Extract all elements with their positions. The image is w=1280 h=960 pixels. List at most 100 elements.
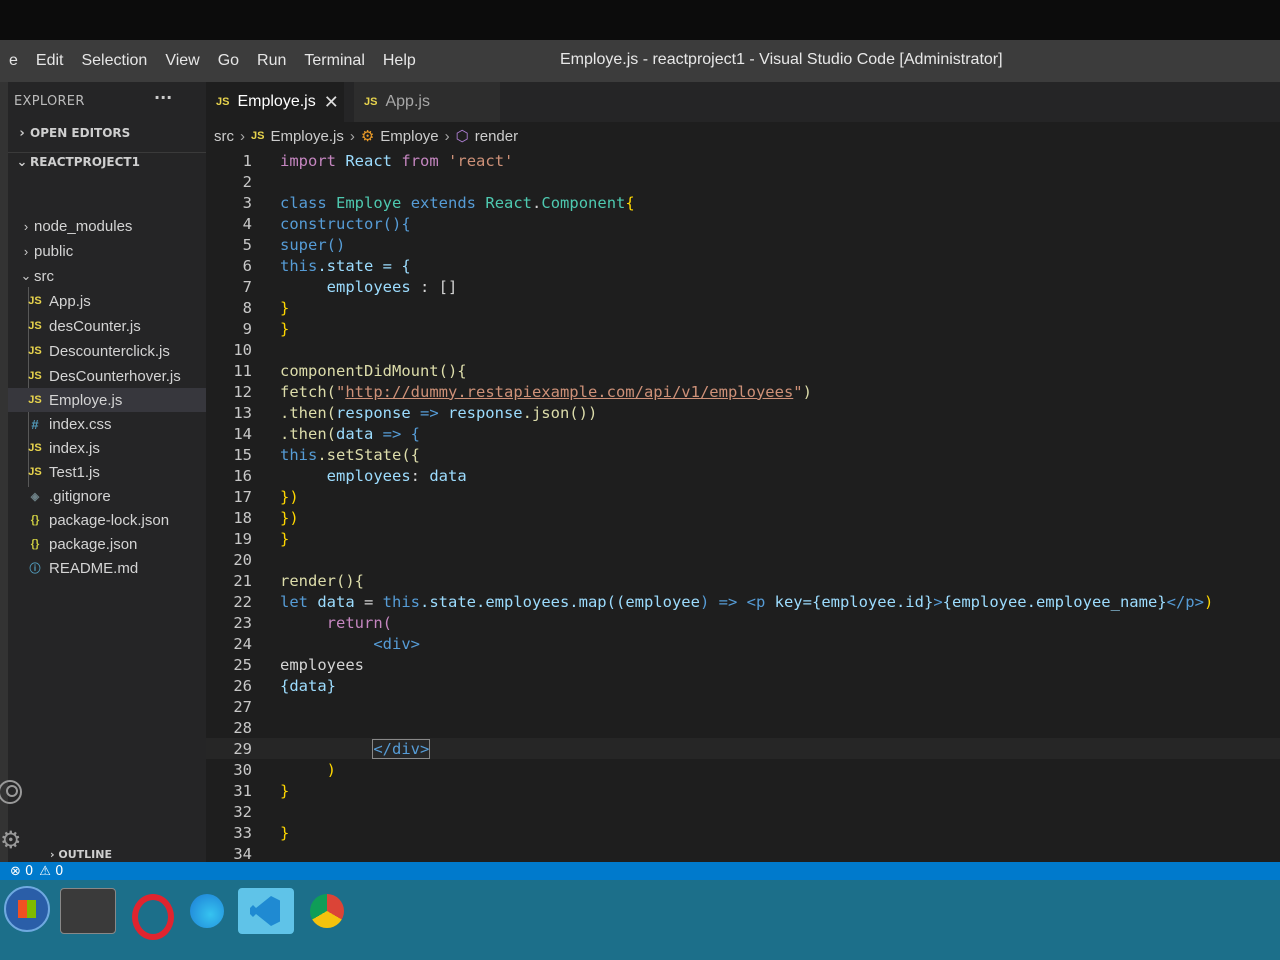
tree-item-package-json[interactable]: {} package.json bbox=[8, 532, 206, 556]
line-number: 18 bbox=[233, 508, 252, 527]
code-text: componentDidMount(){ bbox=[280, 361, 467, 380]
code-line: 4 constructor(){ bbox=[206, 213, 1280, 234]
line-number: 20 bbox=[233, 550, 252, 569]
code-text: super() bbox=[280, 235, 346, 254]
line-number: 5 bbox=[242, 235, 252, 254]
tab-label: App.js bbox=[385, 93, 430, 110]
tab-label: Employe.js bbox=[237, 93, 316, 110]
opera-taskbar-icon[interactable] bbox=[122, 888, 178, 940]
tree-item-descounterclick-js[interactable]: JS Descounterclick.js bbox=[8, 339, 206, 363]
breadcrumb-method[interactable]: render bbox=[475, 128, 518, 145]
outline-label: OUTLINE bbox=[58, 848, 112, 861]
menu-terminal[interactable]: Terminal bbox=[295, 52, 373, 70]
more-actions-icon[interactable]: ··· bbox=[154, 88, 172, 107]
tree-item-descounter-js[interactable]: JS desCounter.js bbox=[8, 314, 206, 338]
code-line: 5 super() bbox=[206, 234, 1280, 255]
line-number: 13 bbox=[233, 403, 252, 422]
method-symbol-icon: ⬡ bbox=[455, 128, 469, 145]
code-text: this.state = { bbox=[280, 256, 411, 275]
code-editor[interactable]: 1 import React from 'react' 2 3 class Empl… bbox=[206, 150, 1280, 863]
line-number: 17 bbox=[233, 487, 252, 506]
breadcrumb-folder[interactable]: src bbox=[214, 128, 234, 145]
code-line: 33} bbox=[206, 822, 1280, 843]
tab-app-js[interactable]: JS App.js bbox=[354, 82, 500, 122]
line-number: 8 bbox=[242, 298, 252, 317]
vscode-window: e Edit Selection View Go Run Terminal He… bbox=[0, 40, 1280, 880]
breadcrumb-file[interactable]: Employe.js bbox=[270, 128, 343, 145]
tree-item-label: App.js bbox=[49, 292, 91, 310]
code-line: 13 .then(response => response.json()) bbox=[206, 402, 1280, 423]
chevron-right-icon: › bbox=[23, 243, 29, 259]
code-line: 19} bbox=[206, 528, 1280, 549]
code-line: 18}) bbox=[206, 507, 1280, 528]
tree-item-label: Employe.js bbox=[49, 391, 123, 409]
code-line: 10 bbox=[206, 339, 1280, 360]
start-button[interactable] bbox=[4, 886, 50, 932]
tree-item-package-lock-json[interactable]: {} package-lock.json bbox=[8, 508, 206, 532]
line-number: 24 bbox=[233, 634, 252, 653]
tree-item-node-modules[interactable]: › node_modules bbox=[8, 214, 206, 238]
code-line: 31} bbox=[206, 780, 1280, 801]
code-line: 15 this.setState({ bbox=[206, 444, 1280, 465]
menu-run[interactable]: Run bbox=[248, 52, 295, 70]
gear-icon[interactable]: ⚙ bbox=[0, 826, 22, 854]
tree-item-src[interactable]: ⌄ src bbox=[8, 264, 206, 288]
menu-view[interactable]: View bbox=[156, 52, 208, 70]
code-text: </div> bbox=[372, 738, 431, 759]
line-number: 26 bbox=[233, 676, 252, 695]
code-text: } bbox=[280, 823, 290, 842]
menu-go[interactable]: Go bbox=[209, 52, 248, 70]
code-line: 8} bbox=[206, 297, 1280, 318]
tree-item-label: Descounterclick.js bbox=[49, 342, 170, 360]
code-text: return( bbox=[326, 613, 392, 632]
line-number: 10 bbox=[233, 340, 252, 359]
command-prompt-taskbar-icon[interactable] bbox=[60, 888, 116, 934]
line-number: 30 bbox=[233, 760, 252, 779]
css-file-icon: # bbox=[31, 416, 39, 432]
edge-taskbar-icon[interactable] bbox=[180, 888, 236, 934]
explorer-title: EXPLORER bbox=[14, 94, 85, 109]
windows-taskbar bbox=[0, 880, 1280, 960]
warning-count[interactable]: ⚠ 0 bbox=[39, 864, 63, 879]
line-number: 22 bbox=[233, 592, 252, 611]
line-number: 15 bbox=[233, 445, 252, 464]
code-line: 17}) bbox=[206, 486, 1280, 507]
tree-item-employe-js[interactable]: JS Employe.js bbox=[8, 388, 206, 412]
line-number: 9 bbox=[242, 319, 252, 338]
tree-item-gitignore[interactable]: ◈ .gitignore bbox=[8, 484, 206, 508]
tree-item-index-css[interactable]: # index.css bbox=[8, 412, 206, 436]
tree-item-label: Test1.js bbox=[49, 463, 100, 481]
line-number: 29 bbox=[233, 739, 252, 758]
tree-item-test1-js[interactable]: JS Test1.js bbox=[8, 460, 206, 484]
tree-item-app-js[interactable]: JS App.js bbox=[8, 289, 206, 313]
menu-file[interactable]: e bbox=[0, 52, 27, 70]
vscode-taskbar-icon[interactable] bbox=[238, 888, 294, 934]
close-icon[interactable]: ✕ bbox=[324, 92, 339, 113]
code-line: 25 employees bbox=[206, 654, 1280, 675]
js-file-icon: JS bbox=[28, 394, 42, 406]
tree-item-label: node_modules bbox=[34, 217, 133, 235]
error-count[interactable]: ⊗ 0 bbox=[10, 864, 33, 879]
outline-section[interactable]: › OUTLINE bbox=[50, 848, 112, 861]
tree-item-public[interactable]: › public bbox=[8, 239, 206, 263]
class-symbol-icon: ⚙ bbox=[360, 128, 375, 145]
tree-item-descounterhover-js[interactable]: JS DesCounterhover.js bbox=[8, 364, 206, 388]
code-text: let data = this.state.employees.map((emp… bbox=[280, 592, 1214, 611]
code-line: 1 import React from 'react' bbox=[206, 150, 1280, 171]
menu-edit[interactable]: Edit bbox=[27, 52, 73, 70]
line-number: 33 bbox=[233, 823, 252, 842]
js-file-icon: JS bbox=[28, 370, 42, 382]
menu-help[interactable]: Help bbox=[374, 52, 425, 70]
open-editors-section[interactable]: › OPEN EDITORS bbox=[8, 126, 206, 141]
chevron-down-icon: ⌄ bbox=[16, 155, 28, 170]
breadcrumb-class[interactable]: Employe bbox=[380, 128, 438, 145]
project-section[interactable]: ⌄ REACTPROJECT1 bbox=[8, 152, 206, 170]
line-number: 27 bbox=[233, 697, 252, 716]
tree-item-readme-md[interactable]: ⓘ README.md bbox=[8, 556, 206, 580]
tree-item-index-js[interactable]: JS index.js bbox=[8, 436, 206, 460]
code-line: 26 {data} bbox=[206, 675, 1280, 696]
chrome-taskbar-icon[interactable] bbox=[298, 888, 354, 934]
tab-employe-js[interactable]: JS Employe.js ✕ bbox=[206, 82, 344, 122]
menu-selection[interactable]: Selection bbox=[72, 52, 156, 70]
window-title: Employe.js - reactproject1 - Visual Stud… bbox=[560, 51, 1003, 68]
